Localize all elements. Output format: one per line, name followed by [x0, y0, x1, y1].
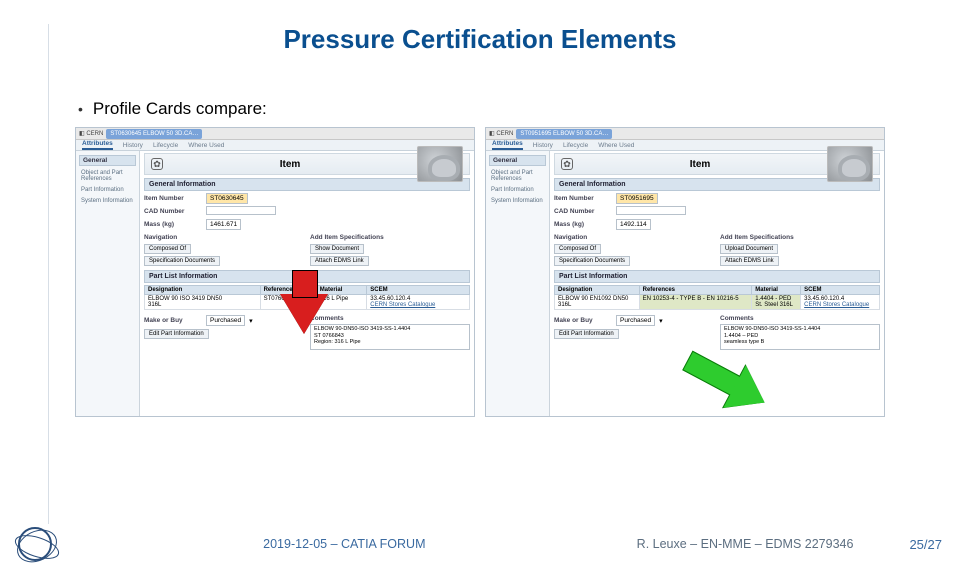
item-header: ✿ Item — [554, 153, 880, 175]
gear-icon[interactable]: ✿ — [151, 158, 163, 170]
red-arrow-down-icon — [280, 294, 328, 334]
label-makeorbuy: Make or Buy — [554, 317, 612, 324]
sidebar-group: General — [79, 155, 136, 166]
value-makeorbuy: Purchased — [206, 315, 245, 326]
item-label: Item — [579, 159, 821, 170]
bullet-dot: • — [78, 101, 83, 117]
app-chip: ◧ CERN — [79, 130, 103, 137]
tab-lifecycle[interactable]: Lifecycle — [563, 142, 588, 149]
part-thumbnail — [827, 146, 873, 182]
label-mass: Mass (kg) — [144, 221, 202, 228]
col-designation: Designation — [145, 286, 261, 295]
slide-title: Pressure Certification Elements — [0, 24, 960, 55]
edit-part-button[interactable]: Edit Part Information — [144, 329, 209, 339]
sidebar-item[interactable]: Object and Part References — [489, 169, 546, 183]
value-cad-number — [206, 206, 276, 215]
item-header: ✿ Item — [144, 153, 470, 175]
sidebar: General Object and Part References Part … — [486, 151, 550, 416]
tab-history[interactable]: History — [123, 142, 143, 149]
tab-lifecycle[interactable]: Lifecycle — [153, 142, 178, 149]
gear-icon[interactable]: ✿ — [561, 158, 573, 170]
value-mass: 1461.671 — [206, 219, 241, 230]
cern-logo-icon — [18, 527, 52, 561]
spec-docs-button[interactable]: Specification Documents — [144, 256, 220, 266]
footer-page-number: 25/27 — [909, 537, 942, 552]
decorative-divider — [48, 24, 49, 524]
tab-attributes[interactable]: Attributes — [82, 140, 113, 150]
document-tab: ST0630645 ELBOW 50 3D.CA… — [106, 129, 202, 139]
label-additem: Add Item Specifications — [310, 234, 384, 241]
upload-document-button[interactable]: Upload Document — [720, 244, 778, 254]
value-mass: 1492.114 — [616, 219, 651, 230]
bullet-item: • Profile Cards compare: — [78, 99, 960, 119]
spec-docs-button[interactable]: Specification Documents — [554, 256, 630, 266]
attach-edms-button[interactable]: Attach EDMS Link — [310, 256, 369, 266]
item-label: Item — [169, 159, 411, 170]
sidebar-item[interactable]: System Information — [489, 197, 546, 205]
tab-history[interactable]: History — [533, 142, 553, 149]
attach-edms-button[interactable]: Attach EDMS Link — [720, 256, 779, 266]
sidebar-item[interactable]: Part Information — [489, 186, 546, 194]
col-designation: Designation — [555, 286, 640, 295]
app-chip: ◧ CERN — [489, 130, 513, 137]
slide-footer: 2019-12-05 – CATIA FORUM R. Leuxe – EN-M… — [0, 524, 960, 564]
sidebar-item[interactable]: Part Information — [79, 186, 136, 194]
main-panel: ✿ Item General Information Item NumberST… — [140, 151, 474, 416]
window-bar: ◧ CERN ST0630645 ELBOW 50 3D.CA… — [76, 128, 474, 140]
scem-link[interactable]: CERN Stores Catalogue — [804, 302, 869, 308]
sidebar-item[interactable]: Object and Part References — [79, 169, 136, 183]
value-cad-number — [616, 206, 686, 215]
label-additem: Add Item Specifications — [720, 234, 794, 241]
bullet-text: Profile Cards compare: — [93, 99, 267, 119]
partlist-table: Designation References Material SCEM ELB… — [554, 285, 880, 310]
value-item-number: ST0951695 — [616, 193, 658, 204]
green-arrow-up-icon — [682, 351, 744, 398]
screenshot-right: ◧ CERN ST0951695 ELBOW 50 3D.CA… Attribu… — [485, 127, 885, 417]
tab-attributes[interactable]: Attributes — [492, 140, 523, 150]
label-item-number: Item Number — [554, 195, 612, 202]
label-navigation: Navigation — [554, 234, 612, 241]
value-makeorbuy: Purchased — [616, 315, 655, 326]
show-document-button[interactable]: Show Document — [310, 244, 364, 254]
comments-box: ELBOW 90-DN50-ISO 3419-SS-1.4404 ST 0766… — [310, 324, 470, 350]
window-bar: ◧ CERN ST0951695 ELBOW 50 3D.CA… — [486, 128, 884, 140]
table-row: ELBOW 90 EN1092 DN50316L EN 10253-4 - TY… — [555, 295, 880, 310]
main-panel: ✿ Item General Information Item NumberST… — [550, 151, 884, 416]
scem-link[interactable]: CERN Stores Catalogue — [370, 302, 435, 308]
part-thumbnail — [417, 146, 463, 182]
tab-strip: Attributes History Lifecycle Where Used — [486, 140, 884, 151]
composed-of-button[interactable]: Composed Of — [554, 244, 601, 254]
screenshot-left: ◧ CERN ST0630645 ELBOW 50 3D.CA… Attribu… — [75, 127, 475, 417]
col-scem: SCEM — [367, 286, 470, 295]
label-cad-number: CAD Number — [554, 208, 612, 215]
tab-strip: Attributes History Lifecycle Where Used — [76, 140, 474, 151]
section-partlist: Part List Information — [554, 270, 880, 283]
dropdown-icon[interactable]: ▾ — [249, 317, 253, 325]
footer-right: R. Leuxe – EN-MME – EDMS 2279346 — [637, 537, 854, 551]
sidebar-group: General — [489, 155, 546, 166]
col-references: References — [639, 286, 752, 295]
col-material: Material — [752, 286, 801, 295]
document-tab: ST0951695 ELBOW 50 3D.CA… — [516, 129, 612, 139]
label-mass: Mass (kg) — [554, 221, 612, 228]
dropdown-icon[interactable]: ▾ — [659, 317, 663, 325]
label-makeorbuy: Make or Buy — [144, 317, 202, 324]
footer-center: 2019-12-05 – CATIA FORUM — [70, 537, 619, 551]
label-cad-number: CAD Number — [144, 208, 202, 215]
cell-ref: EN 10253-4 - TYPE B - EN 10216-5 — [639, 295, 752, 310]
value-item-number: ST0630645 — [206, 193, 248, 204]
sidebar-item[interactable]: System Information — [79, 197, 136, 205]
label-item-number: Item Number — [144, 195, 202, 202]
composed-of-button[interactable]: Composed Of — [144, 244, 191, 254]
tab-whereused[interactable]: Where Used — [598, 142, 634, 149]
sidebar: General Object and Part References Part … — [76, 151, 140, 416]
screenshot-pair: ◧ CERN ST0630645 ELBOW 50 3D.CA… Attribu… — [0, 127, 960, 417]
label-navigation: Navigation — [144, 234, 202, 241]
label-comments: Comments — [720, 315, 754, 322]
comments-box: ELBOW 90-DN50-ISO 3419-SS-1.4404 1.4404 … — [720, 324, 880, 350]
edit-part-button[interactable]: Edit Part Information — [554, 329, 619, 339]
tab-whereused[interactable]: Where Used — [188, 142, 224, 149]
col-scem: SCEM — [801, 286, 880, 295]
